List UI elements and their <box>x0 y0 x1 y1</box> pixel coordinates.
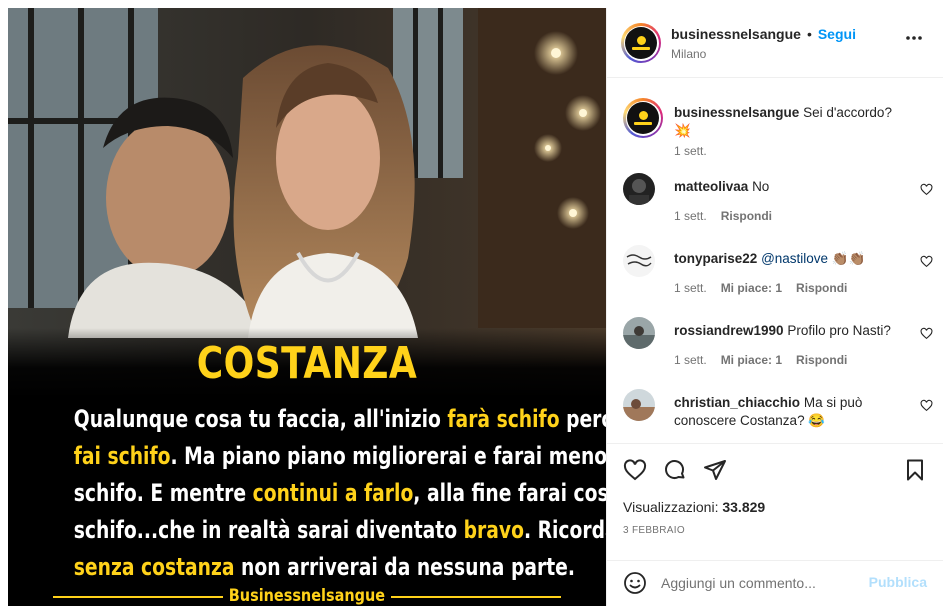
publish-button[interactable]: Pubblica <box>869 574 927 590</box>
quote-segment: perché tu <box>566 405 606 433</box>
quote-segment: . Ma piano piano migliorerai e farai men… <box>170 442 606 470</box>
comment-time[interactable]: 1 sett. <box>674 353 707 367</box>
author-username[interactable]: businessnelsangue <box>671 26 801 42</box>
more-icon[interactable] <box>905 35 923 41</box>
commenter-avatar[interactable] <box>623 317 655 349</box>
comment-meta: 1 sett. Mi piace: 1 Rispondi <box>674 281 861 295</box>
comment-likes[interactable]: Mi piace: 1 <box>721 353 782 367</box>
comment-text: No <box>752 179 770 194</box>
quote-line: Qualunque cosa tu faccia, all'inizio far… <box>73 405 606 433</box>
separator-dot: • <box>806 26 812 42</box>
like-comment-heart-icon[interactable] <box>920 255 933 268</box>
comment-body: tonyparise22 @nastilove 👏🏽👏🏽 <box>674 250 909 268</box>
comment-body: christian_chiacchio Ma si può conoscere … <box>674 394 909 430</box>
caption-entry: businessnelsangue Sei d'accordo? 💥 1 set… <box>623 98 933 158</box>
post-header: businessnelsangue • Segui Milano <box>607 8 943 78</box>
comment-item: rossiandrew1990 Profilo pro Nasti? 1 set… <box>623 317 933 377</box>
post-details-panel: businessnelsangue • Segui Milano businessn… <box>606 8 943 606</box>
views-count[interactable]: Visualizzazioni: 33.829 <box>623 499 765 515</box>
views-value: 33.829 <box>722 499 766 515</box>
quote-line: schifo. E mentre continui a farlo, alla … <box>73 479 606 507</box>
follow-button[interactable]: Segui <box>818 26 856 42</box>
comment-time[interactable]: 1 sett. <box>674 281 707 295</box>
instagram-post-dialog: COSTANZA Qualunque cosa tu faccia, all'i… <box>0 0 949 613</box>
quote-segment: , alla fine farai così poco <box>413 479 606 507</box>
commenter-avatar[interactable] <box>623 173 655 205</box>
caption-body: businessnelsangue Sei d'accordo? 💥 <box>674 104 909 140</box>
quote-line: senza costanza non arriverai da nessuna … <box>73 553 575 581</box>
comment-text: Profilo pro Nasti? <box>787 323 891 338</box>
post-location[interactable]: Milano <box>671 47 706 61</box>
caption-username[interactable]: businessnelsangue <box>674 105 799 120</box>
share-icon[interactable] <box>703 458 727 482</box>
brand-logo-icon <box>627 102 659 134</box>
comment-body: matteolivaa No <box>674 178 909 196</box>
emoji-icon[interactable] <box>623 571 647 595</box>
like-comment-heart-icon[interactable] <box>920 183 933 196</box>
comment-input[interactable] <box>661 571 861 595</box>
comment-mention[interactable]: @nastilove <box>761 251 828 266</box>
quote-highlight: senza costanza <box>73 553 235 581</box>
author-avatar[interactable] <box>621 23 661 63</box>
quote-segment: Qualunque cosa tu faccia, all'inizio <box>73 405 448 433</box>
footer-rule-left <box>53 596 223 598</box>
caption-avatar[interactable] <box>623 98 663 138</box>
image-headline: COSTANZA <box>196 338 418 389</box>
comment-username[interactable]: rossiandrew1990 <box>674 323 784 338</box>
quote-segment: . Ricorda, <box>523 516 606 544</box>
comment-item: tonyparise22 @nastilove 👏🏽👏🏽 1 sett. Mi p… <box>623 245 933 305</box>
comment-text: 👏🏽👏🏽 <box>828 251 866 266</box>
post-actions-bar: Visualizzazioni: 33.829 3 FEBBRAIO <box>607 443 943 563</box>
comment-time[interactable]: 1 sett. <box>674 209 707 223</box>
quote-highlight: farà schifo <box>447 405 560 433</box>
heart-icon[interactable] <box>623 458 647 482</box>
post-date[interactable]: 3 FEBBRAIO <box>623 525 685 536</box>
quote-segment: schifo...che in realtà sarai diventato <box>73 516 464 544</box>
quote-segment: schifo. E mentre <box>73 479 253 507</box>
views-label: Visualizzazioni: <box>623 499 719 515</box>
comment-meta: 1 sett. Mi piace: 1 Rispondi <box>674 353 861 367</box>
like-comment-heart-icon[interactable] <box>920 327 933 340</box>
reply-button[interactable]: Rispondi <box>721 209 772 223</box>
quote-highlight: fai schifo <box>73 442 171 470</box>
quote-line: fai schifo. Ma piano piano migliorerai e… <box>73 442 606 470</box>
quote-highlight: bravo <box>463 516 524 544</box>
post-image[interactable]: COSTANZA Qualunque cosa tu faccia, all'i… <box>8 8 606 606</box>
commenter-avatar[interactable] <box>623 389 655 421</box>
comment-composer: Pubblica <box>607 560 943 606</box>
comment-item: christian_chiacchio Ma si può conoscere … <box>623 389 933 443</box>
caption-meta: 1 sett. <box>674 144 721 158</box>
comment-body: rossiandrew1990 Profilo pro Nasti? <box>674 322 909 340</box>
comment-icon[interactable] <box>663 458 687 482</box>
quote-line: schifo...che in realtà sarai diventato b… <box>73 516 606 544</box>
footer-brand-text: Businessnelsangue <box>228 586 386 606</box>
caption-time[interactable]: 1 sett. <box>674 144 707 158</box>
commenter-avatar[interactable] <box>623 245 655 277</box>
comment-likes[interactable]: Mi piace: 1 <box>721 281 782 295</box>
image-brand-footer: Businessnelsangue <box>8 586 606 606</box>
comment-username[interactable]: tonyparise22 <box>674 251 757 266</box>
bookmark-icon[interactable] <box>903 458 927 482</box>
quote-highlight: continui a farlo <box>252 479 414 507</box>
comment-item: matteolivaa No 1 sett. Rispondi <box>623 173 933 233</box>
footer-rule-right <box>391 596 561 598</box>
comment-username[interactable]: christian_chiacchio <box>674 395 800 410</box>
reply-button[interactable]: Rispondi <box>796 353 847 367</box>
comments-list[interactable]: businessnelsangue Sei d'accordo? 💥 1 set… <box>607 78 943 443</box>
comment-username[interactable]: matteolivaa <box>674 179 748 194</box>
quote-segment: non arriverai da nessuna parte. <box>234 553 575 581</box>
comment-meta: 1 sett. Rispondi <box>674 209 786 223</box>
brand-logo-icon <box>625 27 657 59</box>
reply-button[interactable]: Rispondi <box>796 281 847 295</box>
like-comment-heart-icon[interactable] <box>920 399 933 412</box>
